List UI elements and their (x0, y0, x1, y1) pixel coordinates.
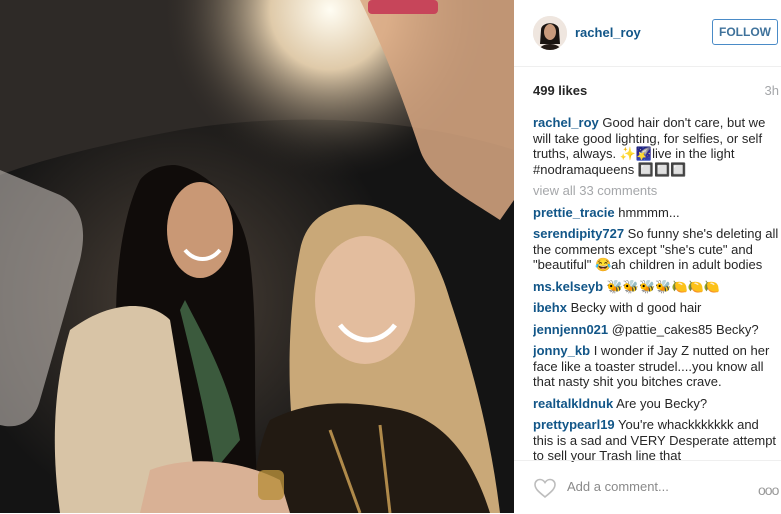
comment-username[interactable]: realtalkldnuk (533, 396, 613, 411)
post-author-username[interactable]: rachel_roy (575, 25, 641, 40)
comment-username[interactable]: jennjenn021 (533, 322, 608, 337)
comment-item: ibehx Becky with d good hair (533, 300, 781, 316)
comments-list[interactable]: rachel_roy Good hair don't care, but we … (533, 115, 781, 462)
post-photo[interactable] (0, 0, 514, 513)
likes-count[interactable]: 499 likes (533, 83, 587, 98)
post-sidebar: rachel_roy FOLLOW 499 likes 3h rachel_ro… (514, 0, 781, 513)
comment-username[interactable]: serendipity727 (533, 226, 624, 241)
comment-text: hmmmm... (618, 204, 680, 220)
add-comment-input[interactable]: Add a comment... (567, 479, 669, 494)
post-header: rachel_roy FOLLOW (514, 0, 781, 67)
caption-username[interactable]: rachel_roy (533, 115, 599, 130)
comment-username[interactable]: ibehx (533, 300, 567, 315)
view-all-comments-link[interactable]: view all 33 comments (533, 183, 781, 199)
comment-text: 🐝🐝🐝🐝🍋🍋🍋 (606, 278, 721, 294)
comment-item: realtalkldnuk Are you Becky? (533, 396, 781, 412)
comment-text: Are you Becky? (616, 395, 708, 411)
comment-username[interactable]: jonny_kb (533, 343, 590, 358)
post-timestamp[interactable]: 3h (765, 83, 779, 98)
comment-username[interactable]: prettypearl19 (533, 417, 615, 432)
more-options-icon[interactable]: ooo (758, 482, 779, 498)
comment-item: prettypearl19 You're whackkkkkkk and thi… (533, 417, 781, 462)
comment-text: Becky with d good hair (570, 300, 702, 315)
comment-text: @pattie_cakes85 Becky? (611, 321, 759, 337)
comment-item: serendipity727 So funny she's deleting a… (533, 226, 781, 273)
comment-username[interactable]: ms.kelseyb (533, 279, 603, 294)
comment-item: prettie_tracie hmmmm... (533, 205, 781, 221)
comment-item: jonny_kb I wonder if Jay Z nutted on her… (533, 343, 781, 390)
heart-icon[interactable] (533, 477, 557, 504)
comment-bar: Add a comment... ooo (514, 460, 781, 514)
post-meta: 499 likes 3h (533, 83, 781, 98)
comment-username[interactable]: prettie_tracie (533, 205, 615, 220)
comment-item: jennjenn021 @pattie_cakes85 Becky? (533, 322, 781, 338)
post-caption: rachel_roy Good hair don't care, but we … (533, 115, 781, 177)
post-photo-image (0, 0, 514, 513)
comment-item: ms.kelseyb 🐝🐝🐝🐝🍋🍋🍋 (533, 279, 781, 295)
follow-button[interactable]: FOLLOW (712, 19, 778, 45)
profile-avatar[interactable] (533, 16, 567, 50)
